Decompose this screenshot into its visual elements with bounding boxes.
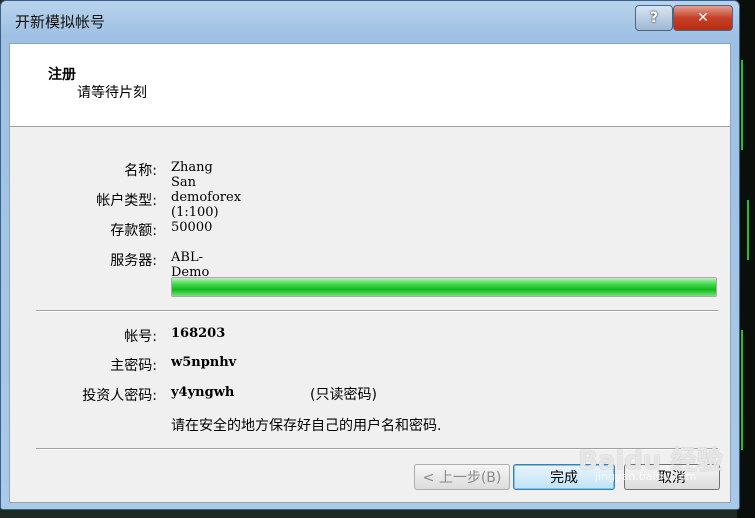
login-label: 帐号:	[124, 329, 157, 345]
account-type-value: demoforex (1:100)	[171, 190, 242, 220]
close-icon: ✕	[697, 10, 709, 26]
dialog-client-area: 注册 请等待片刻 名称: Zhang San 帐户类型: demoforex (…	[9, 43, 731, 503]
investor-password-label: 投资人密码:	[82, 388, 157, 404]
close-button[interactable]: ✕	[673, 5, 733, 31]
progress-fill	[172, 278, 716, 296]
divider	[36, 310, 718, 312]
help-button[interactable]: ?	[635, 5, 673, 31]
title-bar: 开新模拟帐号 ? ✕	[1, 1, 739, 39]
back-button[interactable]: < 上一步(B)	[414, 464, 510, 490]
master-password-label: 主密码:	[110, 358, 157, 374]
step-subtitle: 请等待片刻	[77, 85, 147, 101]
question-icon: ?	[649, 10, 659, 26]
name-value: Zhang San	[171, 160, 213, 190]
server-label: 服务器:	[110, 253, 157, 269]
account-type-label: 帐户类型:	[96, 193, 157, 209]
dialog-title: 开新模拟帐号	[15, 13, 106, 31]
save-credentials-note: 请在安全的地方保存好自己的用户名和密码.	[171, 418, 442, 434]
new-demo-account-dialog: 开新模拟帐号 ? ✕ 注册 请等待片刻 名称: Zhang San 帐户类型: …	[0, 0, 740, 510]
name-label: 名称:	[124, 163, 157, 179]
deposit-value: 50000	[171, 220, 213, 235]
investor-password-value[interactable]: y4yngwh	[171, 385, 234, 400]
wizard-header: 注册 请等待片刻	[10, 44, 730, 127]
login-value[interactable]: 168203	[171, 326, 225, 341]
master-password-value[interactable]: w5npnhv	[171, 355, 236, 370]
readonly-note: (只读密码)	[310, 387, 377, 403]
registration-progress-bar	[171, 277, 717, 297]
server-value: ABL-Demo	[171, 250, 210, 280]
deposit-label: 存款额:	[110, 223, 157, 239]
baidu-watermark-url: jingyan.baidu.com	[595, 470, 697, 483]
step-title: 注册	[48, 67, 76, 83]
